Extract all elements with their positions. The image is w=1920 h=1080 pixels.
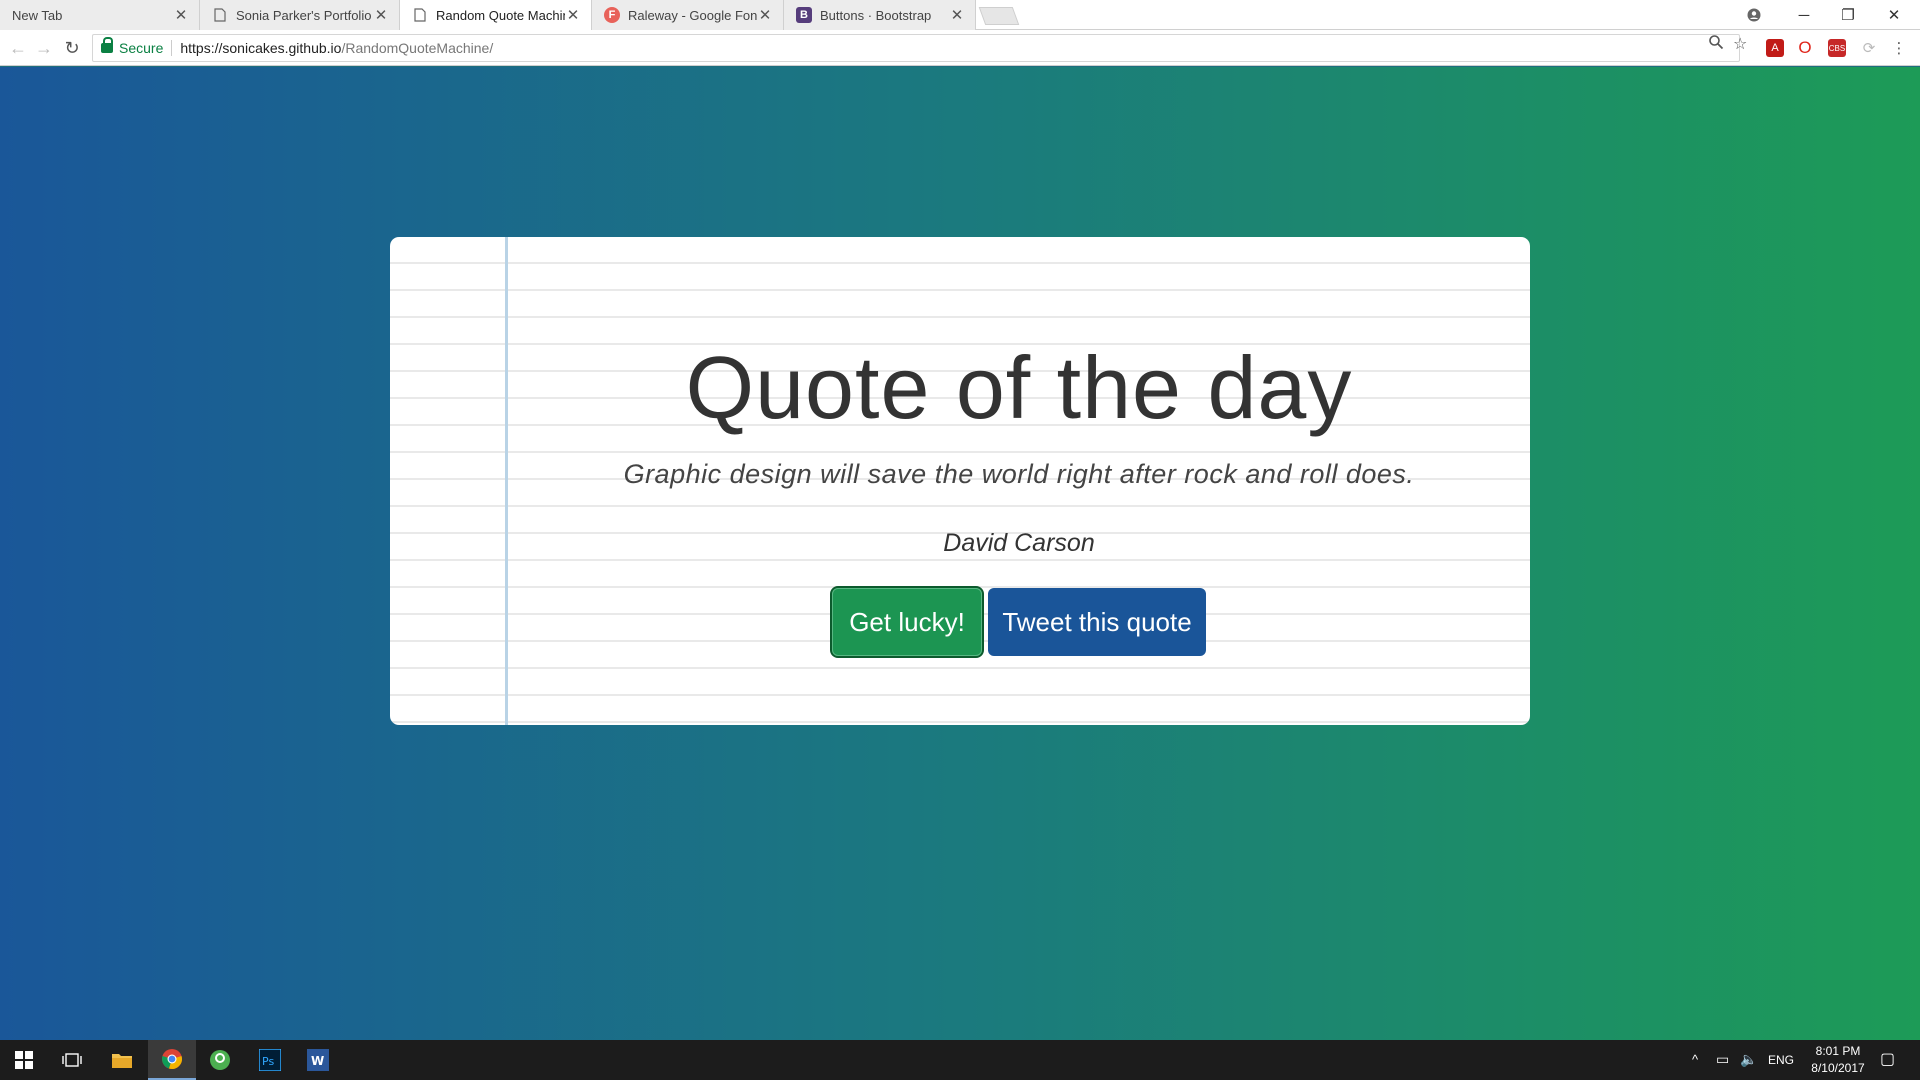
url-host: https://sonicakes.github.io: [180, 40, 342, 56]
close-icon[interactable]: ✕: [373, 6, 389, 24]
profile-icon[interactable]: [1732, 0, 1776, 30]
tab-raleway-google-fonts[interactable]: F Raleway - Google Fonts ✕: [592, 0, 784, 30]
close-icon[interactable]: ✕: [757, 6, 773, 24]
tab-title: New Tab: [12, 7, 63, 23]
acrobat-extension-icon[interactable]: A: [1766, 39, 1784, 57]
tab-title: Random Quote Machine: [436, 7, 565, 23]
windows-taskbar: Ps W ^ ▭ 🔈 ENG 8:01 PM 8/10/2017 ▢: [0, 1040, 1920, 1080]
volume-icon[interactable]: 🔈: [1740, 1051, 1757, 1068]
button-row: Get lucky! Tweet this quote: [508, 588, 1530, 656]
restore-button[interactable]: ❐: [1826, 0, 1870, 30]
svg-text:W: W: [311, 1054, 324, 1068]
tab-title: Raleway - Google Fonts: [628, 7, 757, 23]
lock-icon: [101, 37, 113, 53]
sync-extension-icon[interactable]: ⟳: [1860, 39, 1878, 57]
opera-extension-icon[interactable]: O: [1796, 38, 1814, 57]
language-indicator[interactable]: ENG: [1768, 1053, 1794, 1067]
url-path: /RandomQuoteMachine/: [341, 40, 494, 56]
network-icon[interactable]: ▭: [1716, 1051, 1729, 1068]
quote-card: Quote of the day Graphic design will sav…: [390, 237, 1530, 725]
back-arrow-icon[interactable]: ←: [6, 36, 30, 60]
reload-icon[interactable]: ↻: [60, 36, 84, 60]
new-tab-button[interactable]: [978, 7, 1020, 25]
tab-random-quote-machine[interactable]: Random Quote Machine ✕: [400, 0, 592, 30]
minimize-button[interactable]: ─: [1782, 0, 1826, 30]
quote-author: David Carson: [943, 529, 1095, 557]
close-icon[interactable]: ✕: [173, 6, 189, 24]
tray-chevron-icon[interactable]: ^: [1692, 1052, 1698, 1067]
tab-title: Sonia Parker's Portfolio: [236, 7, 372, 23]
page-icon: [412, 7, 428, 23]
divider: [171, 40, 173, 56]
task-view-icon[interactable]: [48, 1040, 96, 1080]
bookmark-star-icon[interactable]: ☆: [1733, 34, 1747, 54]
tweet-quote-button[interactable]: Tweet this quote: [988, 588, 1206, 656]
word-icon[interactable]: W: [294, 1040, 342, 1080]
windows-start-icon[interactable]: [0, 1040, 48, 1080]
clock-time[interactable]: 8:01 PM: [1810, 1044, 1866, 1058]
clock-date[interactable]: 8/10/2017: [1806, 1061, 1870, 1075]
close-icon[interactable]: ✕: [949, 6, 965, 24]
close-window-button[interactable]: ✕: [1872, 0, 1916, 30]
zoom-icon[interactable]: [1708, 34, 1724, 55]
bootstrap-icon: B: [796, 7, 812, 23]
quote-text: Graphic design will save the world right…: [623, 459, 1415, 489]
page-icon: [212, 7, 228, 23]
svg-text:Ps: Ps: [262, 1055, 274, 1068]
address-bar: ← → ↻ Secure https://sonicakes.github.io…: [0, 30, 1920, 66]
google-fonts-icon: F: [604, 7, 620, 23]
secure-label: Secure: [119, 40, 164, 56]
sourcetree-icon[interactable]: [196, 1040, 244, 1080]
browser-tab-strip: New Tab ✕ Sonia Parker's Portfolio ✕ Ran…: [0, 0, 1920, 30]
file-explorer-icon[interactable]: [98, 1040, 146, 1080]
page-title: Quote of the day: [685, 338, 1353, 437]
tab-sonia-parker-portfolio[interactable]: Sonia Parker's Portfolio ✕: [200, 0, 400, 30]
photoshop-icon[interactable]: Ps: [246, 1040, 294, 1080]
chrome-icon[interactable]: [148, 1040, 196, 1080]
get-lucky-button[interactable]: Get lucky!: [832, 588, 982, 656]
cbs-extension-icon[interactable]: CBS: [1828, 39, 1846, 57]
tab-buttons-bootstrap[interactable]: B Buttons · Bootstrap ✕: [784, 0, 976, 30]
tab-title: Buttons · Bootstrap: [820, 7, 932, 23]
close-icon[interactable]: ✕: [565, 6, 581, 24]
menu-icon[interactable]: ⋮: [1890, 39, 1908, 57]
url-input[interactable]: Secure https://sonicakes.github.io/Rando…: [92, 34, 1740, 62]
forward-arrow-icon[interactable]: →: [32, 36, 56, 60]
page-background: Quote of the day Graphic design will sav…: [0, 67, 1920, 1040]
tab-new-tab[interactable]: New Tab ✕: [0, 0, 200, 30]
action-center-icon[interactable]: ▢: [1880, 1049, 1895, 1069]
